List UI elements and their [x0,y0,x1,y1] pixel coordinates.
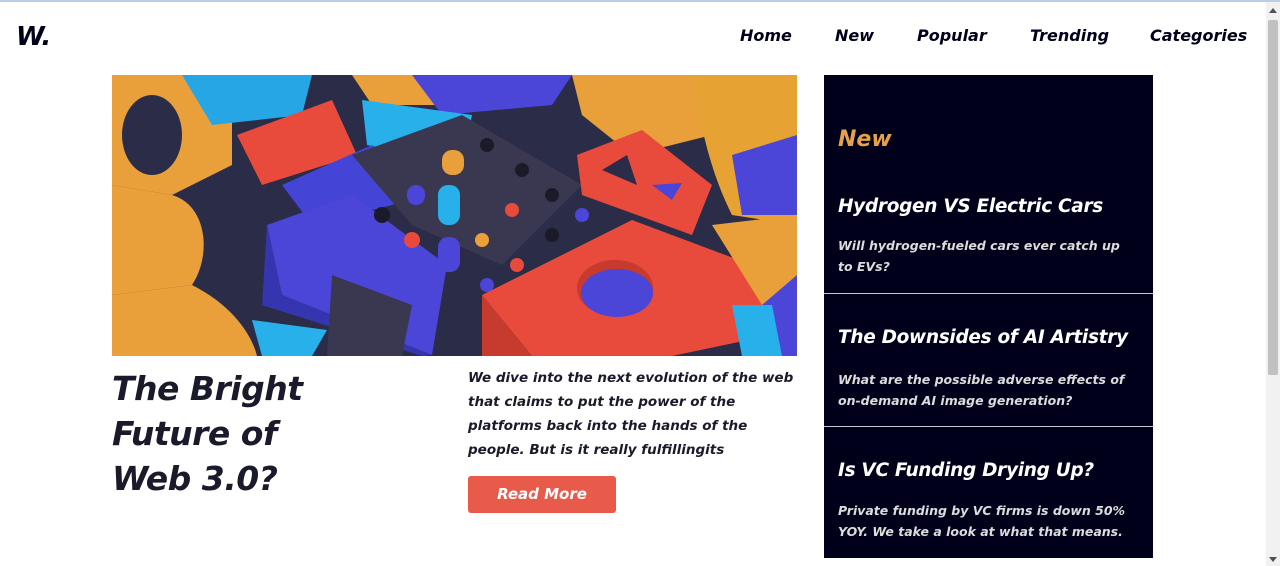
sidebar-article-description: Private funding by VC firms is down 50% … [838,503,1126,539]
hero-image [112,75,797,356]
new-articles-sidebar: New Hydrogen VS Electric Cars Will hydro… [824,75,1153,558]
page-scrollbar[interactable] [1266,2,1280,566]
sidebar-divider [824,426,1153,427]
sidebar-article-title[interactable]: Is VC Funding Drying Up? [838,460,1094,481]
read-more-button[interactable]: Read More [468,476,616,513]
nav-home[interactable]: Home [740,26,792,45]
hero-title-line: Web 3.0? [112,459,278,498]
hero-description: We dive into the next evolution of the w… [468,370,794,458]
nav-new[interactable]: New [835,26,874,45]
nav-trending[interactable]: Trending [1030,26,1109,45]
nav-popular[interactable]: Popular [917,26,987,45]
scrollbar-thumb[interactable] [1268,20,1278,375]
hero-title-line: Future of [112,414,277,453]
sidebar-article-description: What are the possible adverse effects of… [838,372,1125,408]
nav-categories[interactable]: Categories [1150,26,1247,45]
sidebar-article-title[interactable]: The Downsides of AI Artistry [838,327,1128,348]
sidebar-divider [824,293,1153,294]
scroll-down-arrow-icon[interactable] [1269,557,1277,562]
sidebar-heading: New [838,127,892,152]
main-nav: Home New Popular Trending Categories [0,26,1264,48]
scroll-up-arrow-icon[interactable] [1269,8,1277,13]
browser-top-border [0,0,1280,2]
sidebar-article-description: Will hydrogen-fueled cars ever catch up … [838,238,1120,274]
hero-title: The Bright Future of Web 3.0? [112,366,432,501]
hero-title-line: The Bright [112,369,303,408]
sidebar-article-title[interactable]: Hydrogen VS Electric Cars [838,196,1103,217]
